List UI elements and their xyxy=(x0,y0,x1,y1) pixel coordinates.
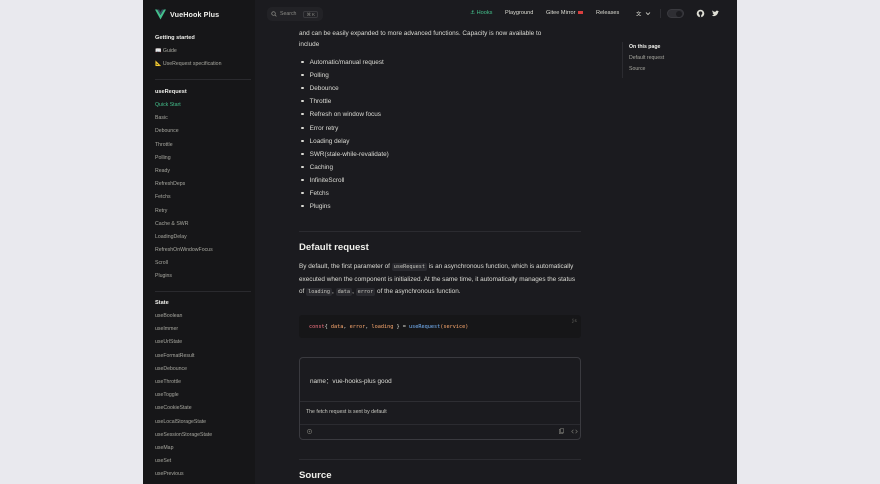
outline-title: On this page xyxy=(629,44,661,50)
show-code-icon[interactable] xyxy=(571,428,578,435)
demo-description: The fetch request is sent by default xyxy=(306,409,387,415)
moon-icon xyxy=(676,11,682,17)
nav-releases[interactable]: Releases xyxy=(596,10,619,16)
feature-item: Polling xyxy=(299,69,329,82)
brand-title: VueHook Plus xyxy=(170,9,220,19)
nav-head-state: State xyxy=(155,300,169,306)
feature-item: Loading delay xyxy=(299,135,350,148)
sidebar: VueHook Plus Getting started 📖 Guide 📐 U… xyxy=(143,0,255,484)
sidebar-item-uselocalstoragestate[interactable]: useLocalStorageState xyxy=(155,416,212,429)
sidebar-item-usesessionstoragestate[interactable]: useSessionStorageState xyxy=(155,429,212,442)
sidebar-item-usemap[interactable]: useMap xyxy=(155,442,212,455)
translate-icon[interactable]: 文 xyxy=(636,9,645,18)
copy-icon[interactable] xyxy=(558,428,565,435)
code-userequest: useRequest xyxy=(391,263,427,271)
topbar-divider xyxy=(660,9,661,18)
nav-group-state: State useBoolean useImmer useUrlState us… xyxy=(155,297,212,481)
intro-line-1: and can be easily expanded to more advan… xyxy=(299,30,542,37)
sidebar-item-retry[interactable]: Retry xyxy=(155,205,213,218)
brand[interactable]: VueHook Plus xyxy=(155,8,219,20)
heading-source: Source xyxy=(299,470,332,481)
github-icon[interactable] xyxy=(696,9,705,18)
default-request-paragraph: By default, the first parameter of useRe… xyxy=(299,263,576,296)
nav-divider xyxy=(155,291,251,292)
sidebar-item-scroll[interactable]: Scroll xyxy=(155,257,213,270)
heading-default-request: Default request xyxy=(299,242,369,253)
sidebar-item-ready[interactable]: Ready xyxy=(155,165,213,178)
sidebar-item-useboolean[interactable]: useBoolean xyxy=(155,310,212,323)
appearance-toggle[interactable] xyxy=(667,9,684,18)
feature-item: Automatic/manual request xyxy=(299,56,384,69)
sidebar-item-cache-swr[interactable]: Cache & SWR xyxy=(155,218,213,231)
sidebar-item-usethrottle[interactable]: useThrottle xyxy=(155,376,212,389)
outline-marker xyxy=(622,42,623,78)
outline-link-source[interactable]: Source xyxy=(629,64,664,75)
ruler-icon: 📐 xyxy=(155,61,162,68)
sidebar-item-userequest-spec[interactable]: 📐 UseRequest specification xyxy=(155,58,221,71)
sidebar-item-useimmer[interactable]: useImmer xyxy=(155,323,212,336)
outline: On this page Default request Source xyxy=(622,42,664,78)
search-placeholder: Search xyxy=(280,11,297,17)
sidebar-item-guide[interactable]: 📖 Guide xyxy=(155,45,221,58)
intro-line-2: include xyxy=(299,41,320,48)
nav-head-getting-started: Getting started xyxy=(155,35,195,41)
feature-item: Plugins xyxy=(299,200,331,213)
sidebar-item-useset[interactable]: useSet xyxy=(155,455,212,468)
sidebar-item-useprevious[interactable]: usePrevious xyxy=(155,468,212,481)
sidebar-item-throttle[interactable]: Throttle xyxy=(155,139,213,152)
feature-item: Throttle xyxy=(299,95,332,108)
nav-head-userequest: useRequest xyxy=(155,89,187,95)
code-block[interactable]: const { data, error, loading } = useRequ… xyxy=(299,315,581,338)
sidebar-item-useurlstate[interactable]: useUrlState xyxy=(155,336,212,349)
book-icon: 📖 xyxy=(155,48,162,54)
sidebar-item-usetoggle[interactable]: useToggle xyxy=(155,389,212,402)
sidebar-item-plugins[interactable]: Plugins xyxy=(155,270,213,283)
playground-icon[interactable] xyxy=(306,428,313,435)
feature-item: Refresh on window focus xyxy=(299,108,381,121)
demo-result: name：vue-hooks-plus good xyxy=(310,378,392,385)
sidebar-item-loadingdelay[interactable]: LoadingDelay xyxy=(155,231,213,244)
sidebar-item-refreshonwindowfocus[interactable]: RefreshOnWindowFocus xyxy=(155,244,213,257)
nav-divider xyxy=(155,79,251,80)
sidebar-item-useformatresult[interactable]: useFormatResult xyxy=(155,350,212,363)
sidebar-item-fetchs[interactable]: Fetchs xyxy=(155,191,213,204)
search-icon xyxy=(271,11,277,17)
chevron-down-icon[interactable] xyxy=(645,9,651,18)
demo-divider xyxy=(300,424,580,425)
feature-item: InfiniteScroll xyxy=(299,174,345,187)
outline-link-default-request[interactable]: Default request xyxy=(629,53,664,64)
demo-divider xyxy=(300,401,580,402)
code-error: error xyxy=(355,288,376,296)
vue-logo-icon xyxy=(155,9,166,19)
feature-item: Error retry xyxy=(299,122,339,135)
feature-item: SWR(stale-while-revalidate) xyxy=(299,148,389,161)
twitter-icon[interactable] xyxy=(711,9,720,18)
section-divider xyxy=(299,459,581,460)
sidebar-item-refreshdeps[interactable]: RefreshDeps xyxy=(155,178,213,191)
code-lang-label: js xyxy=(571,319,577,324)
sidebar-item-usedebounce[interactable]: useDebounce xyxy=(155,363,212,376)
feature-item: Caching xyxy=(299,161,333,174)
svg-text:文: 文 xyxy=(636,9,642,17)
sidebar-item-basic[interactable]: Basic xyxy=(155,112,213,125)
demo-box: name：vue-hooks-plus good The fetch reque… xyxy=(299,357,581,440)
feature-item: Debounce xyxy=(299,82,339,95)
sidebar-item-polling[interactable]: Polling xyxy=(155,152,213,165)
nav-group-userequest: useRequest Quick Start Basic Debounce Th… xyxy=(155,86,213,284)
sidebar-item-debounce[interactable]: Debounce xyxy=(155,125,213,138)
nav-group-getting-started: Getting started 📖 Guide 📐 UseRequest spe… xyxy=(155,32,221,71)
main-content: and can be easily expanded to more advan… xyxy=(299,0,581,484)
code-data: data xyxy=(335,288,353,296)
sidebar-item-usecookiestate[interactable]: useCookieState xyxy=(155,402,212,415)
feature-item: Fetchs xyxy=(299,187,329,200)
section-divider xyxy=(299,231,581,232)
code-loading: loading xyxy=(306,288,332,296)
sidebar-item-quick-start[interactable]: Quick Start xyxy=(155,99,213,112)
app-window: VueHook Plus Getting started 📖 Guide 📐 U… xyxy=(143,0,737,484)
